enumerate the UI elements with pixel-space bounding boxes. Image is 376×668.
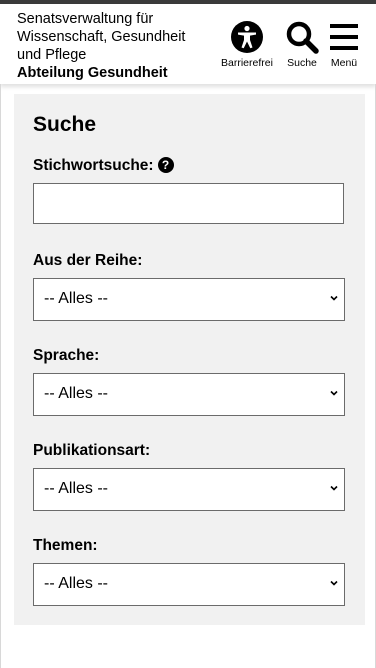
- series-filter-label: Aus der Reihe:: [33, 252, 143, 269]
- site-header: Senatsverwaltung für Wissenschaft, Gesun…: [0, 4, 376, 84]
- language-select[interactable]: -- Alles --: [33, 373, 345, 416]
- chevron-down-icon: [330, 295, 338, 301]
- search-title: Suche: [33, 113, 97, 136]
- department-name: Abteilung Gesundheit: [17, 65, 168, 81]
- keyword-search-input[interactable]: [33, 183, 344, 224]
- accessibility-label: Barrierefrei: [221, 57, 273, 69]
- accessibility-button[interactable]: Barrierefrei: [221, 20, 273, 69]
- search-label: Suche: [287, 57, 317, 69]
- keyword-label-text: Stichwortsuche:: [33, 157, 154, 174]
- menu-button[interactable]: Menü: [329, 20, 359, 69]
- org-name-line-2: Wissenschaft, Gesundheit: [17, 29, 186, 45]
- org-name-line-1: Senatsverwaltung für: [17, 11, 154, 27]
- chevron-down-icon: [330, 485, 338, 491]
- publication-type-select-value: -- Alles --: [44, 480, 108, 497]
- org-name-line-3: und Pflege: [17, 47, 87, 63]
- publication-type-filter-label: Publikationsart:: [33, 442, 151, 459]
- series-select[interactable]: -- Alles --: [33, 278, 345, 321]
- topics-filter-label: Themen:: [33, 537, 98, 554]
- language-filter-label: Sprache:: [33, 347, 100, 364]
- search-form-panel: Suche Stichwortsuche:? Aus der Reihe: --…: [14, 94, 365, 625]
- language-select-value: -- Alles --: [44, 385, 108, 402]
- keyword-search-label: Stichwortsuche:?: [33, 157, 174, 175]
- left-edge: [0, 84, 1, 668]
- search-button[interactable]: Suche: [285, 20, 319, 69]
- chevron-down-icon: [330, 580, 338, 586]
- series-select-value: -- Alles --: [44, 290, 108, 307]
- question-circle-icon[interactable]: ?: [157, 157, 174, 173]
- hamburger-menu-icon: [330, 24, 358, 50]
- topics-select-value: -- Alles --: [44, 575, 108, 592]
- search-icon: [286, 21, 319, 54]
- organization-logo-text[interactable]: Senatsverwaltung für Wissenschaft, Gesun…: [17, 10, 207, 82]
- menu-label: Menü: [330, 57, 358, 69]
- accessibility-icon: [230, 21, 263, 53]
- topics-select[interactable]: -- Alles --: [33, 563, 345, 606]
- chevron-down-icon: [330, 390, 338, 396]
- publication-type-select[interactable]: -- Alles --: [33, 468, 345, 511]
